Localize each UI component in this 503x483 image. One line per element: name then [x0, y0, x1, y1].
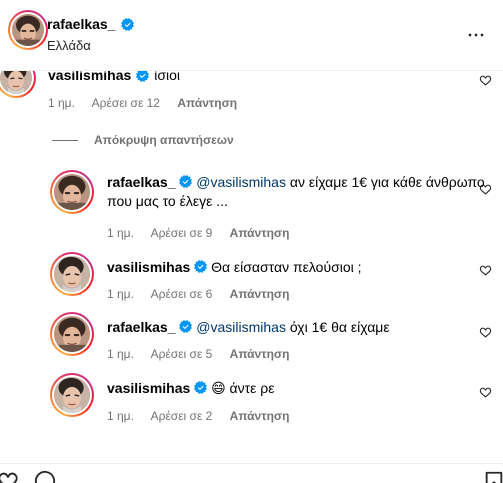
- heart-icon[interactable]: [479, 264, 492, 277]
- mention-link[interactable]: @vasilismihas: [196, 319, 286, 335]
- reply-button[interactable]: Απάντηση: [230, 287, 290, 301]
- comment-likes[interactable]: Αρέσει σε 9: [151, 226, 213, 240]
- comment-username[interactable]: vasilismihas: [107, 380, 190, 396]
- comment-username[interactable]: vasilismihas: [107, 259, 190, 275]
- avatar[interactable]: [8, 10, 48, 50]
- post-header: rafaelkas_ Ελλάδα: [0, 0, 503, 71]
- reply-button[interactable]: Απάντηση: [230, 409, 290, 423]
- avatar[interactable]: [50, 170, 94, 214]
- more-options-icon[interactable]: [467, 26, 485, 44]
- verified-badge-icon: [179, 175, 192, 188]
- header-location[interactable]: Ελλάδα: [47, 38, 91, 53]
- heart-icon[interactable]: [479, 386, 492, 399]
- avatar[interactable]: [50, 252, 94, 296]
- heart-icon[interactable]: [479, 183, 492, 196]
- heart-icon[interactable]: [479, 326, 492, 339]
- verified-badge-icon: [194, 381, 207, 394]
- avatar[interactable]: [50, 312, 94, 356]
- verified-badge-icon: [179, 320, 192, 333]
- save-icon[interactable]: [483, 470, 503, 483]
- comment-text: 😄 άντε ρε: [211, 380, 275, 396]
- reply-button[interactable]: Απάντηση: [177, 96, 237, 110]
- comment-time[interactable]: 1 ημ.: [107, 347, 134, 361]
- comment-item: vasilismihas Θα είσασταν πελούσιοι ; 1 η…: [50, 252, 503, 302]
- verified-badge-icon: [121, 18, 134, 31]
- comment-item: vasilismihas 😄 άντε ρε 1 ημ. Αρέσει σε 2…: [50, 373, 503, 423]
- hide-replies-button[interactable]: Απόκρυψη απαντήσεων: [52, 133, 234, 147]
- action-bar: [0, 463, 503, 483]
- comment-likes[interactable]: Αρέσει σε 12: [92, 96, 160, 110]
- comment-item: rafaelkas_ @vasilismihas όχι 1€ θα είχαμ…: [50, 312, 503, 362]
- comment-icon[interactable]: [34, 470, 56, 483]
- like-icon[interactable]: [0, 470, 19, 483]
- divider: [52, 139, 78, 141]
- comment-likes[interactable]: Αρέσει σε 6: [151, 287, 213, 301]
- comment-text: Θα είσασταν πελούσιοι ;: [211, 259, 362, 275]
- comment-text: όχι 1€ θα είχαμε: [285, 319, 390, 335]
- comment-time[interactable]: 1 ημ.: [107, 409, 134, 423]
- reply-button[interactable]: Απάντηση: [230, 347, 290, 361]
- comment-likes[interactable]: Αρέσει σε 5: [151, 347, 213, 361]
- heart-icon[interactable]: [479, 74, 492, 87]
- comment-item: rafaelkas_ @vasilismihas αν είχαμε 1€ γι…: [50, 170, 503, 240]
- reply-button[interactable]: Απάντηση: [230, 226, 290, 240]
- avatar[interactable]: [50, 373, 94, 417]
- mention-link[interactable]: @vasilismihas: [196, 174, 286, 190]
- comment-time[interactable]: 1 ημ.: [107, 287, 134, 301]
- comment-username[interactable]: rafaelkas_: [107, 319, 176, 335]
- comment-time[interactable]: 1 ημ.: [107, 226, 134, 240]
- comment-username[interactable]: rafaelkas_: [107, 174, 176, 190]
- comment-time[interactable]: 1 ημ.: [48, 96, 75, 110]
- hide-replies-label: Απόκρυψη απαντήσεων: [94, 133, 234, 147]
- header-username[interactable]: rafaelkas_: [47, 16, 116, 32]
- verified-badge-icon: [194, 260, 207, 273]
- comment-likes[interactable]: Αρέσει σε 2: [151, 409, 213, 423]
